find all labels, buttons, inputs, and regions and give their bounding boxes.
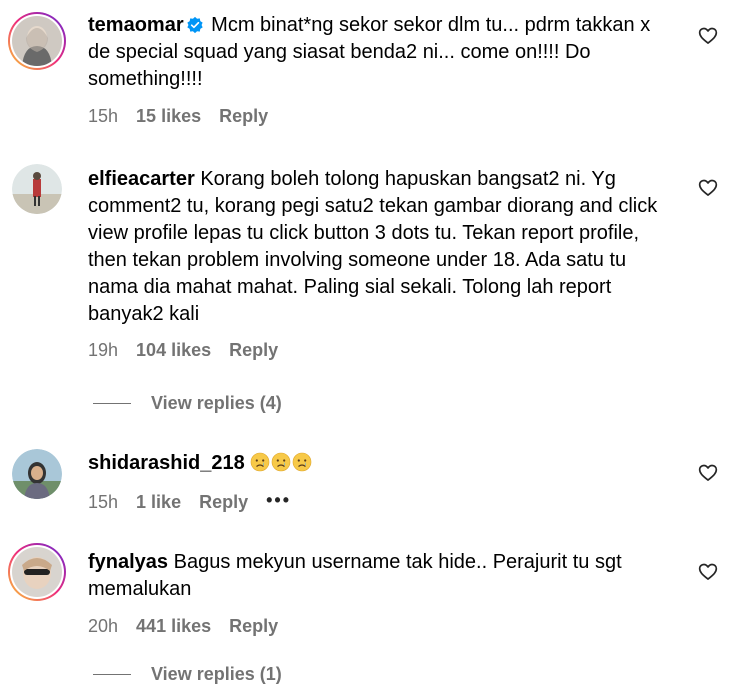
avatar[interactable] xyxy=(8,543,66,601)
view-replies-divider xyxy=(93,674,131,675)
reply-button[interactable]: Reply xyxy=(199,492,248,512)
more-options-icon[interactable]: ••• xyxy=(266,490,291,511)
comment-body: Bagus mekyun username tak hide.. Perajur… xyxy=(88,551,622,600)
reply-button[interactable]: Reply xyxy=(229,616,278,636)
crying-face-emoji xyxy=(272,452,291,472)
avatar-image xyxy=(12,449,62,499)
avatar[interactable] xyxy=(12,449,62,499)
comment-meta: 15h 1 like Reply ••• xyxy=(88,490,309,513)
comment-time: 15h xyxy=(88,492,119,512)
verified-badge-icon xyxy=(186,16,203,34)
likes-count[interactable]: 15 likes xyxy=(136,106,201,126)
comment-text: shidarashid_218 xyxy=(88,450,678,477)
comment-meta: 15h 15 likes Reply xyxy=(88,106,286,127)
likes-count[interactable]: 104 likes xyxy=(136,340,211,360)
view-replies-label: View replies (1) xyxy=(151,664,282,684)
comment-username[interactable]: elfieacarter xyxy=(88,168,195,190)
view-replies-button[interactable]: View replies (4) xyxy=(93,393,282,414)
reply-button[interactable]: Reply xyxy=(219,106,268,126)
comment-text: fynalyas Bagus mekyun username tak hide.… xyxy=(88,549,678,603)
view-replies-button[interactable]: View replies (1) xyxy=(93,664,282,685)
comment-body: Korang boleh tolong hapuskan bangsat2 ni… xyxy=(88,168,658,325)
like-heart-icon[interactable] xyxy=(698,562,718,582)
comment-meta: 19h 104 likes Reply xyxy=(88,340,296,361)
likes-count[interactable]: 1 like xyxy=(136,492,181,512)
like-heart-icon[interactable] xyxy=(698,26,718,46)
likes-count[interactable]: 441 likes xyxy=(136,616,211,636)
comment-time: 15h xyxy=(88,106,119,126)
comment-text: temaomar Mcm binat*ng sekor sekor dlm tu… xyxy=(88,12,678,93)
comment-text: elfieacarter Korang boleh tolong hapuska… xyxy=(88,166,678,328)
comment-username[interactable]: shidarashid_218 xyxy=(88,452,245,474)
crying-face-emoji xyxy=(293,452,312,472)
like-heart-icon[interactable] xyxy=(698,178,718,198)
view-replies-divider xyxy=(93,403,131,404)
like-heart-icon[interactable] xyxy=(698,463,718,483)
comment-username[interactable]: temaomar xyxy=(88,14,184,36)
avatar-image xyxy=(12,164,62,214)
comment-username[interactable]: fynalyas xyxy=(88,551,168,573)
view-replies-label: View replies (4) xyxy=(151,393,282,413)
avatar-image xyxy=(12,16,62,66)
comment-time: 19h xyxy=(88,340,119,360)
comment-meta: 20h 441 likes Reply xyxy=(88,616,296,637)
comment-time: 20h xyxy=(88,616,119,636)
crying-face-emoji xyxy=(251,452,270,472)
avatar-image xyxy=(12,547,62,597)
reply-button[interactable]: Reply xyxy=(229,340,278,360)
avatar[interactable] xyxy=(12,164,62,214)
avatar[interactable] xyxy=(8,12,66,70)
